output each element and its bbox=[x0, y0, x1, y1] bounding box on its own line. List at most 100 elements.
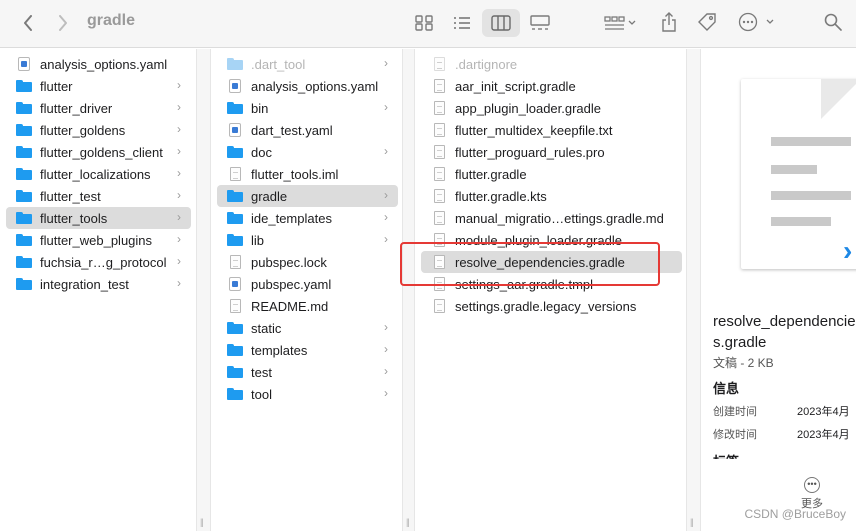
item-label: flutter_multidex_keepfile.txt bbox=[455, 122, 613, 138]
back-button[interactable] bbox=[18, 12, 38, 34]
document-icon bbox=[431, 189, 447, 203]
file-row[interactable]: pubspec.yaml bbox=[217, 273, 398, 295]
folder-row[interactable]: flutter_web_plugins › bbox=[6, 229, 191, 251]
folder-shape bbox=[16, 146, 32, 158]
folder-shape bbox=[16, 278, 32, 290]
folder-shape bbox=[227, 366, 243, 378]
app-badge-icon: › bbox=[843, 235, 853, 266]
folder-icon bbox=[16, 123, 32, 137]
file-row[interactable]: pubspec.lock bbox=[217, 251, 398, 273]
folder-shape bbox=[16, 212, 32, 224]
folder-row[interactable]: lib › bbox=[217, 229, 398, 251]
folder-icon bbox=[227, 57, 243, 71]
file-row[interactable]: manual_migratio…ettings.gradle.md bbox=[421, 207, 682, 229]
preview-kind-size: 文稿 - 2 KB bbox=[713, 356, 774, 370]
list-view-button[interactable] bbox=[443, 9, 481, 37]
document-shape bbox=[433, 101, 445, 115]
column-resize-handle[interactable]: || bbox=[197, 49, 210, 531]
file-row[interactable]: flutter.gradle.kts bbox=[421, 185, 682, 207]
item-label: gradle bbox=[251, 188, 288, 204]
more-actions-button[interactable] bbox=[737, 11, 777, 33]
folder-icon bbox=[16, 255, 32, 269]
search-icon bbox=[824, 13, 842, 31]
item-label: analysis_options.yaml bbox=[251, 78, 379, 94]
file-row[interactable]: settings.gradle.legacy_versions bbox=[421, 295, 682, 317]
folder-row[interactable]: integration_test › bbox=[6, 273, 191, 295]
folder-row[interactable]: flutter_test › bbox=[6, 185, 191, 207]
folder-row[interactable]: flutter_driver › bbox=[6, 97, 191, 119]
folder-row[interactable]: flutter_goldens_client › bbox=[6, 141, 191, 163]
document-shape bbox=[433, 189, 445, 203]
more-button[interactable]: ••• 更多 bbox=[801, 477, 823, 511]
document-icon bbox=[431, 299, 447, 313]
folder-row[interactable]: flutter_tools › bbox=[6, 207, 191, 229]
group-button[interactable] bbox=[602, 12, 640, 34]
modified-value: 2023年4月 bbox=[797, 429, 850, 441]
item-label: manual_migratio…ettings.gradle.md bbox=[455, 210, 664, 226]
resize-grip-icon: || bbox=[406, 517, 410, 527]
file-row[interactable]: .dartignore bbox=[421, 53, 682, 75]
folder-row[interactable]: fuchsia_r…g_protocol › bbox=[6, 251, 191, 273]
disclosure-chevron-icon: › bbox=[384, 232, 388, 246]
item-label: pubspec.yaml bbox=[251, 276, 332, 292]
file-row[interactable]: flutter_tools.iml bbox=[217, 163, 398, 185]
folder-shape bbox=[227, 234, 243, 246]
search-button[interactable] bbox=[822, 11, 844, 33]
gallery-icon bbox=[530, 15, 550, 30]
share-icon bbox=[662, 12, 676, 32]
file-row[interactable]: app_plugin_loader.gradle bbox=[421, 97, 682, 119]
disclosure-chevron-icon: › bbox=[384, 188, 388, 202]
column-gradle[interactable]: .dartignore aar_init_script.gradle app_plu… bbox=[414, 49, 687, 531]
folder-row[interactable]: .dart_tool › bbox=[217, 53, 398, 75]
thumbnail-line bbox=[771, 191, 851, 200]
document-icon bbox=[431, 57, 447, 71]
file-row[interactable]: flutter_multidex_keepfile.txt bbox=[421, 119, 682, 141]
file-row[interactable]: dart_test.yaml bbox=[217, 119, 398, 141]
document-shape bbox=[229, 299, 241, 313]
disclosure-chevron-icon: › bbox=[177, 232, 181, 246]
column-resize-handle[interactable]: || bbox=[403, 49, 414, 531]
folder-row[interactable]: test › bbox=[217, 361, 398, 383]
column-view-button[interactable] bbox=[482, 9, 520, 37]
folder-row[interactable]: templates › bbox=[217, 339, 398, 361]
icon-view-button[interactable] bbox=[405, 9, 443, 37]
folder-row[interactable]: flutter_goldens › bbox=[6, 119, 191, 141]
folder-row[interactable]: bin › bbox=[217, 97, 398, 119]
folder-icon bbox=[227, 365, 243, 379]
created-label: 创建时间 bbox=[713, 406, 757, 418]
folder-row[interactable]: static › bbox=[217, 317, 398, 339]
file-row[interactable]: analysis_options.yaml bbox=[217, 75, 398, 97]
column-packages[interactable]: analysis_options.yaml flutter › flutter_dri… bbox=[0, 49, 197, 531]
folder-icon bbox=[227, 321, 243, 335]
item-label: pubspec.lock bbox=[251, 254, 327, 270]
file-row[interactable]: README.md bbox=[217, 295, 398, 317]
yaml-file-icon bbox=[227, 277, 243, 291]
item-label: flutter_driver bbox=[40, 100, 113, 116]
file-row[interactable]: flutter_proguard_rules.pro bbox=[421, 141, 682, 163]
folder-row[interactable]: flutter › bbox=[6, 75, 191, 97]
folder-row[interactable]: tool › bbox=[217, 383, 398, 405]
ellipsis-icon bbox=[738, 12, 774, 32]
file-row[interactable]: analysis_options.yaml bbox=[6, 53, 191, 75]
folder-row[interactable]: ide_templates › bbox=[217, 207, 398, 229]
document-icon bbox=[431, 123, 447, 137]
tag-button[interactable] bbox=[696, 11, 718, 33]
document-shape bbox=[433, 57, 445, 71]
gallery-view-button[interactable] bbox=[521, 9, 559, 37]
folder-shape bbox=[227, 102, 243, 114]
forward-button[interactable] bbox=[53, 12, 73, 34]
chevron-right-icon bbox=[59, 15, 67, 31]
file-row[interactable]: aar_init_script.gradle bbox=[421, 75, 682, 97]
disclosure-chevron-icon: › bbox=[177, 188, 181, 202]
folder-shape bbox=[16, 190, 32, 202]
grid-icon bbox=[415, 15, 433, 31]
folder-shape bbox=[16, 102, 32, 114]
folder-row[interactable]: gradle › bbox=[217, 185, 398, 207]
folder-row[interactable]: doc › bbox=[217, 141, 398, 163]
column-flutter-tools[interactable]: .dart_tool › analysis_options.yaml bin › dart… bbox=[210, 49, 403, 531]
file-row[interactable]: flutter.gradle bbox=[421, 163, 682, 185]
folder-row[interactable]: flutter_localizations › bbox=[6, 163, 191, 185]
share-button[interactable] bbox=[658, 10, 680, 34]
folder-shape bbox=[227, 146, 243, 158]
column-resize-handle[interactable]: || bbox=[687, 49, 700, 531]
